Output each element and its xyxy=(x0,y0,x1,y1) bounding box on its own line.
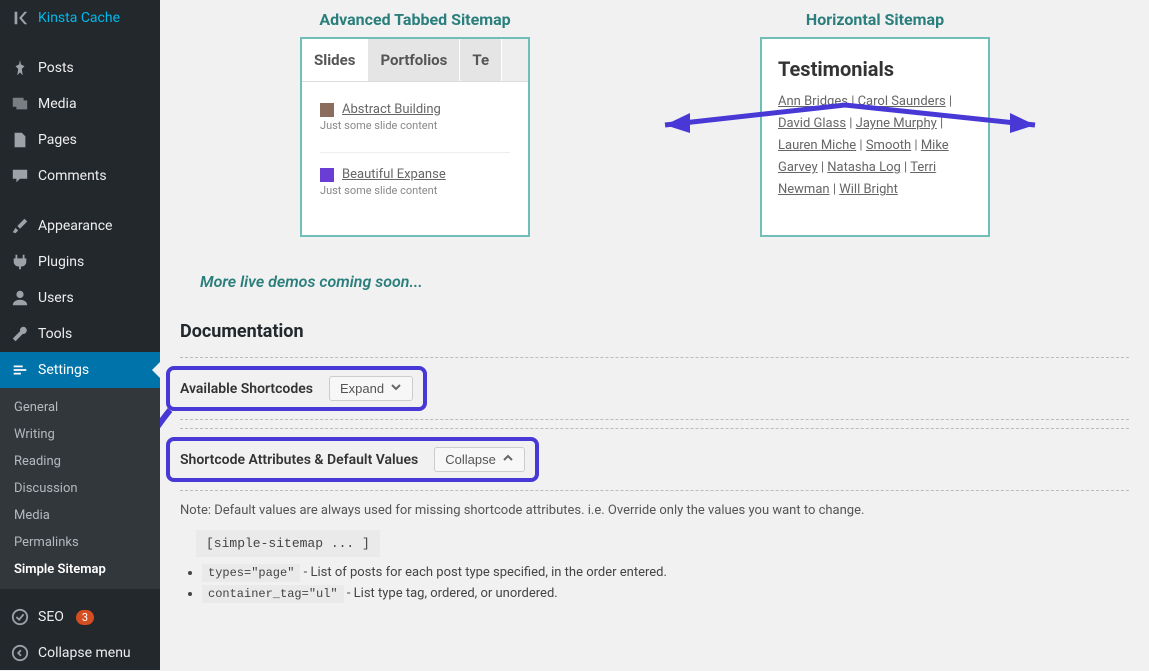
hz-link[interactable]: Smooth xyxy=(866,138,911,153)
hz-link[interactable]: Jayne Murphy xyxy=(856,116,937,131)
sidebar-item-users[interactable]: Users xyxy=(0,280,160,316)
sliders-icon xyxy=(10,360,30,380)
attr-list-item: types="page" - List of posts for each po… xyxy=(202,565,1129,580)
settings-submenu: General Writing Reading Discussion Media… xyxy=(0,388,160,589)
sidebar-item-label: Settings xyxy=(38,362,89,378)
sidebar-item-comments[interactable]: Comments xyxy=(0,158,160,194)
page-icon xyxy=(10,130,30,150)
chevron-down-icon xyxy=(390,381,402,396)
slide-desc-1: Just some slide content xyxy=(320,119,510,132)
available-shortcodes-label: Available Shortcodes xyxy=(180,381,313,397)
preview-tab-te[interactable]: Te xyxy=(460,39,502,81)
hz-link[interactable]: Ann Bridges xyxy=(778,94,848,109)
sidebar-item-label: Pages xyxy=(38,132,77,148)
sidebar-item-pages[interactable]: Pages xyxy=(0,122,160,158)
sidebar-item-label: Posts xyxy=(38,60,74,76)
sidebar-item-settings[interactable]: Settings xyxy=(0,352,160,388)
plug-icon xyxy=(10,252,30,272)
hz-link[interactable]: Natasha Log xyxy=(827,160,901,175)
sidebar-item-seo[interactable]: SEO 3 xyxy=(0,599,160,635)
sidebar-item-label: Tools xyxy=(38,326,72,342)
wrench-icon xyxy=(10,324,30,344)
hz-links: Ann Bridges | Carol Saunders | David Gla… xyxy=(778,91,972,201)
submenu-permalinks[interactable]: Permalinks xyxy=(0,529,160,556)
submenu-general[interactable]: General xyxy=(0,394,160,421)
preview-tab-slides[interactable]: Slides xyxy=(302,39,368,81)
comment-icon xyxy=(10,166,30,186)
shortcode-code: [simple-sitemap ... ] xyxy=(196,530,380,557)
sidebar-item-label: Kinsta Cache xyxy=(38,10,120,26)
hz-link[interactable]: Will Bright xyxy=(839,182,898,197)
submenu-writing[interactable]: Writing xyxy=(0,421,160,448)
sidebar-item-appearance[interactable]: Appearance xyxy=(0,208,160,244)
chevron-up-icon xyxy=(502,452,514,467)
sidebar-item-label: Users xyxy=(38,290,74,306)
admin-sidebar: Kinsta Cache Posts Media Pages Comments … xyxy=(0,0,160,670)
shortcode-attrs-label: Shortcode Attributes & Default Values xyxy=(180,452,418,468)
preview-horizontal-title: Horizontal Sitemap xyxy=(806,10,944,29)
sidebar-item-label: Media xyxy=(38,96,77,112)
preview-horizontal-box: Testimonials Ann Bridges | Carol Saunder… xyxy=(760,37,990,237)
seo-badge: 3 xyxy=(76,610,94,625)
slide-link-1[interactable]: Abstract Building xyxy=(342,102,441,117)
attr-list-item: container_tag="ul" - List type tag, orde… xyxy=(202,586,1129,601)
note-text: Note: Default values are always used for… xyxy=(180,503,1129,518)
slide-desc-2: Just some slide content xyxy=(320,184,510,197)
thumb-icon xyxy=(320,103,334,117)
seo-icon xyxy=(10,607,30,627)
user-icon xyxy=(10,288,30,308)
sidebar-item-plugins[interactable]: Plugins xyxy=(0,244,160,280)
sidebar-item-media[interactable]: Media xyxy=(0,86,160,122)
thumb-icon xyxy=(320,168,334,182)
annotation-arrow xyxy=(160,400,180,530)
preview-tabbed-box: Slides Portfolios Te Abstract Building J… xyxy=(300,37,530,237)
main-content: Advanced Tabbed Sitemap Slides Portfolio… xyxy=(160,0,1149,670)
pin-icon xyxy=(10,58,30,78)
submenu-simple-sitemap[interactable]: Simple Sitemap xyxy=(0,556,160,583)
hz-heading: Testimonials xyxy=(778,57,972,81)
brush-icon xyxy=(10,216,30,236)
submenu-reading[interactable]: Reading xyxy=(0,448,160,475)
sidebar-item-label: Appearance xyxy=(38,218,112,234)
collapse-icon xyxy=(10,643,30,663)
preview-tabbed-title: Advanced Tabbed Sitemap xyxy=(319,10,510,29)
hz-link[interactable]: Lauren Miche xyxy=(778,138,856,153)
submenu-discussion[interactable]: Discussion xyxy=(0,475,160,502)
sidebar-item-tools[interactable]: Tools xyxy=(0,316,160,352)
expand-button[interactable]: Expand xyxy=(329,376,413,401)
sidebar-item-posts[interactable]: Posts xyxy=(0,50,160,86)
collapse-button[interactable]: Collapse xyxy=(434,447,525,472)
hz-link[interactable]: Carol Saunders xyxy=(858,94,946,109)
sidebar-item-label: Plugins xyxy=(38,254,84,270)
hz-link[interactable]: David Glass xyxy=(778,116,846,131)
preview-tab-portfolios[interactable]: Portfolios xyxy=(368,39,460,81)
sidebar-item-kinsta-cache[interactable]: Kinsta Cache xyxy=(0,0,160,36)
sidebar-item-label: Collapse menu xyxy=(38,645,131,661)
submenu-media[interactable]: Media xyxy=(0,502,160,529)
sidebar-item-label: SEO xyxy=(38,609,64,625)
demos-coming-soon: More live demos coming soon... xyxy=(200,272,1129,291)
sidebar-item-label: Comments xyxy=(38,168,107,184)
kinsta-icon xyxy=(10,8,30,28)
sidebar-item-collapse[interactable]: Collapse menu xyxy=(0,635,160,671)
media-icon xyxy=(10,94,30,114)
documentation-heading: Documentation xyxy=(180,321,1129,342)
slide-link-2[interactable]: Beautiful Expanse xyxy=(342,167,446,182)
